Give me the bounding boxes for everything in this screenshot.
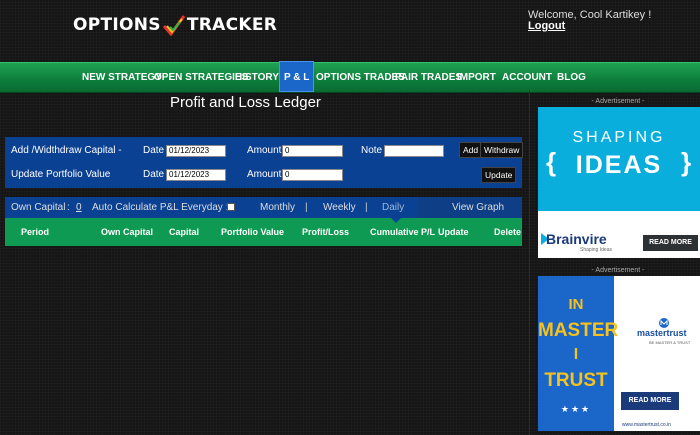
ad2-blue-panel: IN MASTER I TRUST ★★★ [538, 276, 619, 431]
own-capital-separator: : [67, 202, 70, 213]
ad-shaping-text: SHAPING [572, 129, 666, 146]
col-own-capital: Own Capital [101, 227, 154, 237]
period-daily[interactable]: Daily [382, 202, 404, 213]
header: OPTIONS TRACKER Welcome, Cool Kartikey !… [0, 0, 700, 62]
auto-calculate-checkbox[interactable] [227, 203, 235, 211]
ad2-stars: ★★★ [560, 404, 592, 414]
period-monthly[interactable]: Monthly [260, 202, 295, 213]
ad2-url: www.mastertrust.co.in [622, 422, 671, 428]
nav-blog[interactable]: BLOG [557, 63, 586, 92]
nav-options-trades[interactable]: OPTIONS TRADES [316, 63, 405, 92]
period-weekly[interactable]: Weekly [323, 202, 356, 213]
caret-down-icon [391, 218, 401, 223]
portfolio-date-label: Date [143, 169, 165, 180]
ad-label-2: - Advertisement - [591, 267, 645, 274]
col-delete: Delete [494, 227, 522, 237]
own-capital-label: Own Capital [11, 202, 66, 213]
mastertrust-ad[interactable]: IN MASTER I TRUST ★★★ mastertrust BE MAS… [538, 276, 700, 431]
ad-brand-brainvire: Brainvire [546, 231, 607, 247]
note-label: Note [361, 145, 383, 156]
col-capital: Capital [169, 227, 200, 237]
ad-label-1: - Advertisement - [591, 98, 645, 105]
update-portfolio-button[interactable]: Update [481, 167, 517, 183]
main-nav: NEW STRATEGY OPEN STRATEGIES HISTORY P &… [0, 61, 700, 93]
ad-brand-tagline: Shaping Ideas [580, 247, 612, 253]
logo-text-left: OPTIONS [73, 15, 161, 35]
withdraw-button[interactable]: Withdraw [480, 142, 524, 158]
ad1-read-more-button[interactable]: READ MORE [643, 235, 698, 251]
ledger-toolbar: Own Capital : 0 Auto Calculate P&L Every… [5, 197, 522, 218]
ad2-word-i: I [573, 346, 579, 363]
portfolio-amount-label: Amount [247, 169, 282, 180]
logo-check-icon [162, 15, 186, 36]
nav-history[interactable]: HISTORY [235, 63, 279, 92]
capital-form-panel: Add /Widthdraw Capital - Date Amount Not… [5, 137, 524, 188]
page-title: Profit and Loss Ledger [170, 94, 321, 111]
capital-amount-label: Amount [247, 145, 282, 156]
portfolio-amount-input[interactable] [282, 169, 343, 181]
auto-calculate-label: Auto Calculate P&L Everyday : [92, 202, 229, 213]
ledger-panel: Own Capital : 0 Auto Calculate P&L Every… [5, 197, 522, 246]
options-tracker-logo[interactable]: OPTIONS TRACKER [73, 14, 277, 36]
period-separator: | [305, 202, 308, 213]
col-profit-loss: Profit/Loss [302, 227, 350, 237]
add-withdraw-capital-label: Add /Widthdraw Capital - [11, 145, 122, 156]
view-graph-tab[interactable]: View Graph [418, 197, 522, 218]
portfolio-date-input[interactable] [166, 169, 226, 181]
own-capital-value[interactable]: 0 [76, 202, 82, 213]
col-update: Update [438, 227, 469, 237]
period-separator: | [365, 202, 368, 213]
ad2-word-trust: TRUST [544, 370, 608, 391]
logo-text-right: TRACKER [186, 15, 278, 35]
mastertrust-logo-icon [659, 318, 669, 328]
brace-right-icon: } [681, 147, 692, 177]
capital-date-label: Date [143, 145, 165, 156]
sidebar-divider [529, 90, 530, 435]
capital-date-input[interactable] [166, 145, 226, 157]
nav-account[interactable]: ACCOUNT [502, 63, 552, 92]
col-portfolio-value: Portfolio Value [221, 227, 285, 237]
ad2-word-master: MASTER [538, 320, 619, 341]
ledger-table-header: Period Own Capital Capital Portfolio Val… [5, 218, 522, 246]
ad-ideas-text: IDEAS [575, 151, 663, 179]
ad2-brand-sub: BE MASTER & TRUST [649, 340, 691, 345]
capital-amount-input[interactable] [282, 145, 343, 157]
col-period: Period [21, 227, 50, 237]
ad2-brand-mastertrust: mastertrust [637, 328, 687, 338]
brainvire-ad[interactable]: SHAPING { IDEAS } Brainvire Shaping Idea… [538, 107, 700, 258]
ad2-word-in: IN [568, 296, 584, 313]
nav-import[interactable]: IMPORT [457, 63, 496, 92]
logout-link[interactable]: Logout [528, 20, 565, 32]
nav-new-strategy[interactable]: NEW STRATEGY [82, 63, 162, 92]
view-graph-label: View Graph [452, 202, 505, 213]
update-portfolio-label: Update Portfolio Value [11, 169, 111, 180]
nav-pair-trades[interactable]: PAIR TRADES [395, 63, 462, 92]
note-input[interactable] [384, 145, 444, 157]
add-button[interactable]: Add [459, 142, 483, 158]
col-cumulative-pl: Cumulative P/L [370, 227, 436, 237]
ad2-read-more-button[interactable]: READ MORE [621, 392, 679, 410]
nav-pl[interactable]: P & L [279, 61, 315, 92]
